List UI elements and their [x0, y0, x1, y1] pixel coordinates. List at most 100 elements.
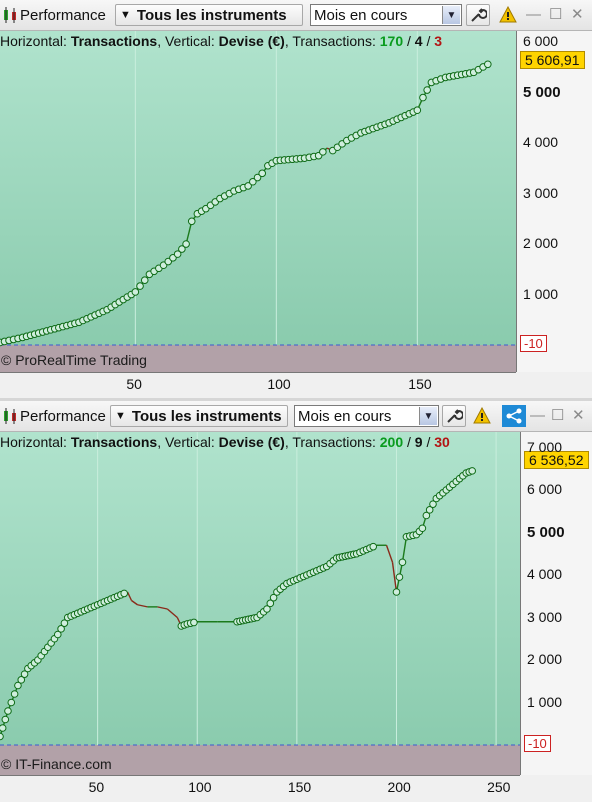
vertical-value: Devise (€) — [218, 33, 285, 49]
close-icon[interactable]: ✕ — [572, 406, 585, 426]
chart-plot-area[interactable]: Horizontal: Transactions, Vertical: Devi… — [0, 31, 516, 372]
count-total: 200 — [379, 434, 404, 450]
x-tick-label: 150 — [408, 376, 432, 392]
close-icon[interactable]: ✕ — [571, 5, 584, 25]
period-select[interactable]: Mois en cours ▼ — [310, 4, 462, 26]
trade-point — [182, 240, 190, 248]
equity-line-segment — [385, 545, 394, 563]
settings-button[interactable] — [466, 4, 490, 26]
instruments-dropdown[interactable]: ▼ Tous les instruments — [110, 405, 288, 427]
maximize-icon[interactable]: ☐ — [549, 5, 562, 25]
minimize-icon[interactable]: — — [526, 5, 541, 25]
warning-icon — [499, 6, 517, 23]
chevron-down-icon[interactable]: ▼ — [419, 407, 437, 425]
period-select[interactable]: Mois en cours ▼ — [294, 405, 439, 427]
performance-menu[interactable]: Performance — [2, 405, 106, 427]
share-button[interactable] — [502, 405, 526, 427]
y-tick-label: 1 000 — [527, 693, 563, 710]
y-axis[interactable]: 5 606,91 -10 6 000 5 000 4 000 3 000 2 000 1 … — [516, 31, 592, 372]
y-tick-label: 2 000 — [523, 235, 559, 252]
performance-menu[interactable]: Performance — [2, 4, 112, 26]
warning-icon — [473, 407, 491, 424]
panel-toolbar: Performance ▼ Tous les instruments Mois … — [0, 0, 592, 31]
x-tick-label: 50 — [126, 376, 142, 392]
chart-info-line: Horizontal: Transactions, Vertical: Devi… — [0, 434, 450, 450]
performance-label: Performance — [20, 6, 106, 24]
trade-point — [10, 690, 19, 698]
y-tick-label: 5 000 — [523, 83, 561, 101]
count-neutral: 9 — [414, 434, 423, 450]
y-tick-label: 2 000 — [527, 651, 563, 667]
equity-line-segment — [166, 608, 178, 619]
maximize-icon[interactable]: ☐ — [551, 406, 564, 426]
candlestick-icon — [4, 7, 16, 23]
horizontal-value: Transactions — [70, 33, 158, 49]
copyright-text: © IT-Finance.com — [1, 756, 112, 772]
x-tick-label: 50 — [88, 779, 105, 795]
trade-point — [484, 60, 492, 69]
info-prefix: Horizontal: — [0, 434, 71, 450]
minimize-icon[interactable]: — — [530, 406, 545, 426]
count-loss: 30 — [434, 434, 450, 450]
count-total: 170 — [379, 33, 404, 49]
trade-point — [120, 589, 128, 598]
trade-point — [4, 707, 12, 715]
trade-point — [423, 86, 431, 94]
horizontal-value: Transactions — [70, 434, 158, 450]
trade-point — [187, 217, 196, 226]
instruments-dropdown[interactable]: ▼ Tous les instruments — [115, 4, 303, 26]
performance-label: Performance — [20, 407, 106, 425]
info-mid: , Vertical: — [157, 33, 219, 49]
warning-button[interactable] — [496, 4, 520, 26]
count-loss: 3 — [434, 33, 443, 49]
x-axis[interactable]: 50 100 150 200 250 — [0, 775, 520, 802]
y-tick-label: 6 000 — [527, 481, 563, 497]
trade-point — [0, 732, 4, 741]
trade-point — [392, 588, 401, 596]
settings-button[interactable] — [442, 405, 466, 427]
trade-point — [395, 573, 404, 581]
y-tick-label: 7 000 — [527, 438, 563, 455]
count-neutral: 4 — [414, 33, 423, 49]
current-value-badge: 5 606,91 — [520, 51, 585, 69]
x-tick-label: 250 — [487, 779, 511, 795]
trade-point — [398, 558, 407, 567]
chevron-down-icon: ▼ — [120, 9, 131, 21]
chart-plot-area[interactable]: Horizontal: Transactions, Vertical: Devi… — [0, 432, 520, 775]
wrench-icon — [471, 8, 487, 22]
warning-button[interactable] — [470, 405, 494, 427]
equity-curve-chart — [0, 31, 516, 347]
equity-line-segment — [126, 591, 133, 601]
y-tick-label: 5 000 — [527, 523, 565, 541]
equity-line-segment — [7, 685, 19, 712]
y-axis[interactable]: 6 536,52 -10 7 000 6 000 5 000 4 000 3 000 2 … — [520, 432, 592, 775]
candlestick-icon — [4, 408, 16, 424]
share-icon — [506, 408, 522, 424]
negative-marker-badge: -10 — [520, 335, 547, 352]
trade-point — [319, 148, 327, 156]
x-tick-label: 100 — [188, 779, 212, 795]
equity-line-segment — [401, 536, 408, 563]
trade-point — [468, 467, 476, 475]
panel-toolbar: Performance ▼ Tous les instruments Mois … — [0, 401, 592, 432]
y-tick-label: 1 000 — [523, 285, 559, 302]
chevron-down-icon[interactable]: ▼ — [442, 6, 460, 24]
x-axis[interactable]: 50 100 150 — [0, 372, 516, 398]
wrench-icon — [447, 409, 463, 423]
trade-point — [419, 93, 427, 102]
y-tick-label: 3 000 — [523, 184, 559, 201]
performance-panel-2: Performance ▼ Tous les instruments Mois … — [0, 401, 592, 802]
info-prefix: Horizontal: — [0, 33, 71, 49]
equity-line-segment — [137, 604, 148, 608]
trade-point — [190, 618, 198, 627]
vertical-value: Devise (€) — [218, 434, 285, 450]
trade-point — [369, 542, 378, 551]
x-tick-label: 200 — [387, 779, 411, 795]
info-suffix: , Transactions: — [284, 33, 380, 49]
trade-point — [258, 169, 267, 178]
trade-point — [1, 715, 10, 724]
y-tick-label: 6 000 — [523, 33, 559, 50]
equity-curve-chart — [0, 432, 520, 746]
period-value: Mois en cours — [314, 6, 408, 24]
instruments-label: Tous les instruments — [131, 407, 282, 425]
